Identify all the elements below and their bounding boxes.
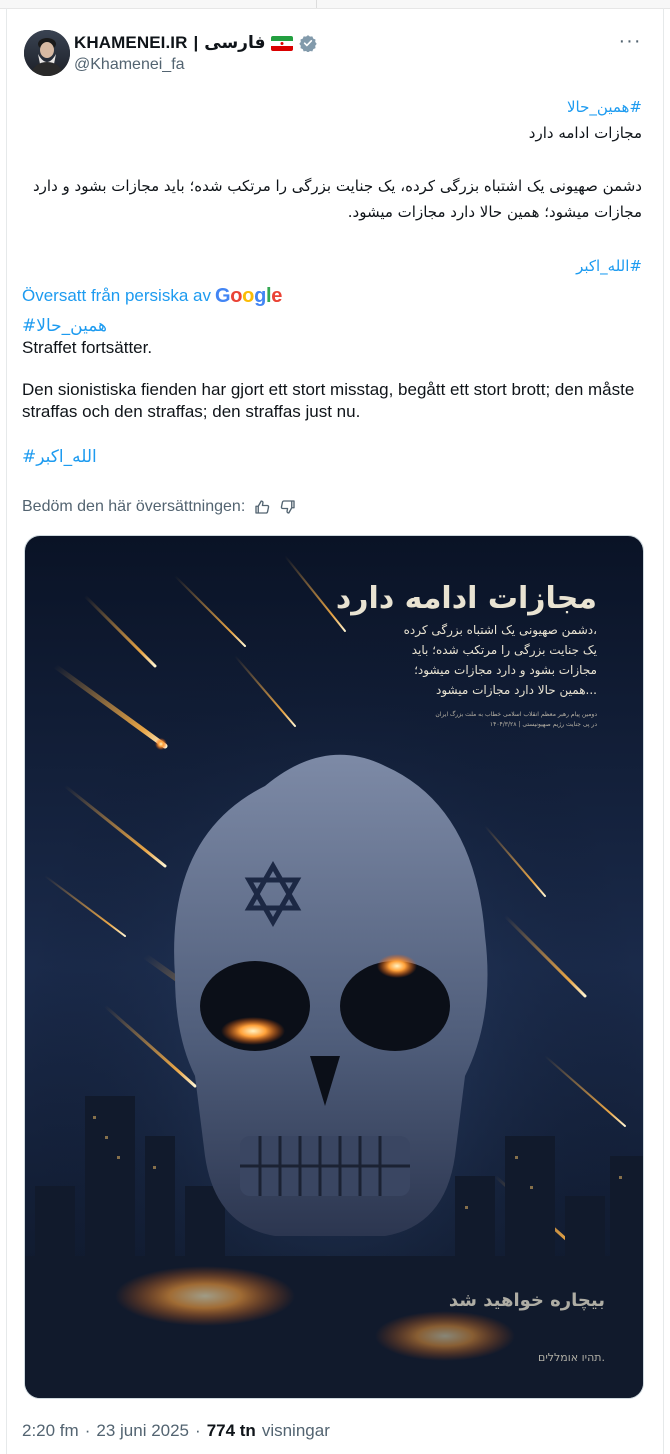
- views-label: visningar: [261, 1421, 330, 1440]
- skull: [174, 754, 488, 1236]
- view-count: 774 tn: [206, 1421, 256, 1440]
- translated-by-link[interactable]: Översatt från persiska av Google: [22, 283, 282, 309]
- poster-title: مجازات ادامه دارد: [336, 581, 597, 616]
- post-date[interactable]: 23 juni 2025: [96, 1421, 189, 1441]
- translated-line1: Straffet fortsätter.: [22, 338, 153, 357]
- translated-hashtag-allahu-akbar[interactable]: #الله_اکبر: [22, 446, 642, 468]
- translated-paragraph: Den sionistiska fienden har gjort ett st…: [22, 380, 635, 421]
- post-time[interactable]: 2:20 fm: [22, 1421, 79, 1441]
- meta-dot: ·: [84, 1421, 91, 1440]
- author-name[interactable]: KHAMENEI.IR: [74, 33, 188, 53]
- thumbs-down-icon[interactable]: [279, 498, 297, 516]
- google-logo: Google: [214, 284, 283, 307]
- poster-caption-2: در پی جنایت رژیم صهیونیستی | ۱۴۰۴/۳/۲۸: [490, 721, 597, 728]
- verified-badge-icon: [299, 34, 318, 53]
- iran-flag-icon: [271, 35, 294, 51]
- language-label: فارسی: [204, 33, 266, 53]
- name-separator: |: [193, 33, 199, 52]
- meta-dot-2: ·: [195, 1421, 201, 1440]
- author-name-row: KHAMENEI.IR | فارسی: [74, 32, 318, 54]
- hashtag-allahu-akbar[interactable]: #الله_اکبر: [22, 253, 642, 279]
- rate-translation-label: Bedöm den här översättningen:: [22, 498, 246, 515]
- avatar-image: [24, 30, 70, 76]
- poster-line-2: یک جنایت بزرگی را مرتکب شده؛ باید: [412, 643, 597, 658]
- translated-hashtag-hamin-hala[interactable]: #همین_حالا: [22, 315, 642, 337]
- poster-corner-text: بیچاره خواهید شد: [449, 1290, 605, 1311]
- author-handle[interactable]: @Khamenei_fa: [74, 56, 185, 74]
- poster-line-1: دشمن صهیونی یک اشتباه بزرگی کرده،: [404, 623, 597, 638]
- poster-artwork: مجازات ادامه دارد دشمن صهیونی یک اشتباه …: [25, 536, 643, 1398]
- rate-translation: Bedöm den här översättningen:: [22, 496, 297, 518]
- original-line1: مجازات ادامه دارد: [528, 124, 642, 142]
- post-metadata: 2:20 fm · 23 juni 2025 · 774 tn visninga…: [22, 1421, 330, 1441]
- poster-caption-1: دومین پیام رهبر معظم انقلاب اسلامی خطاب …: [435, 709, 597, 718]
- strip-divider: [316, 0, 317, 8]
- thumbs-up-icon[interactable]: [253, 498, 271, 516]
- post-image[interactable]: مجازات ادامه دارد دشمن صهیونی یک اشتباه …: [24, 535, 644, 1399]
- poster-hebrew-text: תהיו אומללים.: [538, 1351, 605, 1364]
- more-options-button[interactable]: ···: [616, 30, 644, 58]
- avatar[interactable]: [24, 30, 70, 76]
- hashtag-hamin-hala[interactable]: #همین_حالا: [22, 94, 642, 120]
- translated-label: Översatt från persiska av: [22, 286, 211, 305]
- poster-line-4: همین حالا دارد مجازات میشود...: [436, 683, 597, 698]
- original-paragraph: دشمن صهیونی یک اشتباه بزرگی کرده، یک جنا…: [33, 177, 642, 221]
- poster-line-3: مجازات بشود و دارد مجازات میشود؛: [414, 663, 597, 678]
